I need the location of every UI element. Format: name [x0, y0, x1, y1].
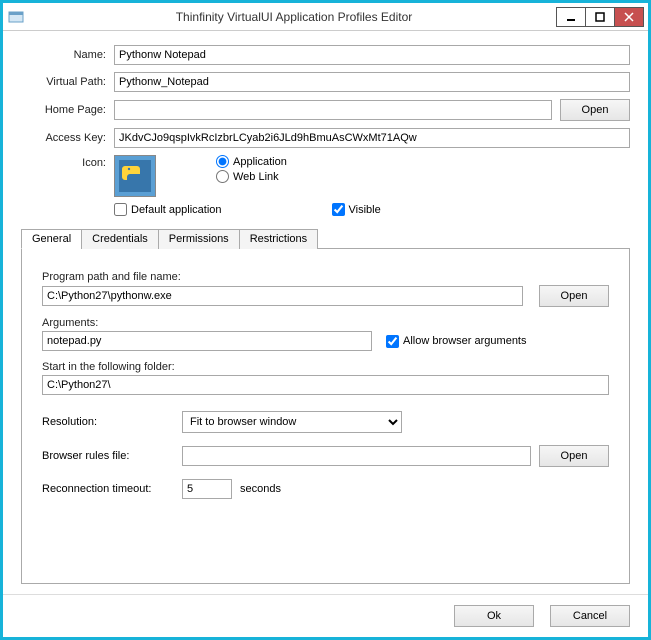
access-key-label: Access Key: [21, 132, 106, 144]
start-in-input[interactable] [42, 375, 609, 395]
tab-general[interactable]: General [21, 229, 82, 249]
virtual-path-label: Virtual Path: [21, 76, 106, 88]
name-input[interactable] [114, 45, 630, 65]
icon-label: Icon: [21, 155, 106, 169]
allow-browser-args-checkbox[interactable]: Allow browser arguments [386, 335, 527, 348]
allow-browser-args-input[interactable] [386, 335, 399, 348]
cancel-button[interactable]: Cancel [550, 605, 630, 627]
default-application-input[interactable] [114, 203, 127, 216]
home-page-open-button[interactable]: Open [560, 99, 630, 121]
visible-label: Visible [349, 204, 381, 216]
access-key-input[interactable] [114, 128, 630, 148]
maximize-button[interactable] [585, 7, 615, 27]
window-buttons [557, 7, 644, 27]
visible-checkbox[interactable]: Visible [332, 203, 381, 216]
tab-panel-general: Program path and file name: Open Argumen… [21, 249, 630, 584]
browser-rules-label: Browser rules file: [42, 450, 182, 462]
window-title: Thinfinity VirtualUI Application Profile… [31, 10, 557, 24]
default-application-label: Default application [131, 204, 222, 216]
allow-browser-args-label: Allow browser arguments [403, 335, 527, 347]
tab-permissions[interactable]: Permissions [158, 229, 240, 249]
content-area: Name: Virtual Path: Home Page: Open Acce… [3, 31, 648, 594]
radio-application-label: Application [233, 156, 287, 168]
resolution-select[interactable]: Fit to browser window [182, 411, 402, 433]
radio-application[interactable]: Application [216, 155, 287, 168]
home-page-label: Home Page: [21, 104, 106, 116]
minimize-button[interactable] [556, 7, 586, 27]
visible-input[interactable] [332, 203, 345, 216]
browser-rules-open-button[interactable]: Open [539, 445, 609, 467]
program-path-open-button[interactable]: Open [539, 285, 609, 307]
app-icon [7, 8, 25, 26]
tab-strip: General Credentials Permissions Restrict… [21, 228, 630, 249]
python-icon [119, 160, 151, 192]
close-button[interactable] [614, 7, 644, 27]
reconnection-timeout-input[interactable] [182, 479, 232, 499]
window-frame: Thinfinity VirtualUI Application Profile… [0, 0, 651, 640]
icon-preview[interactable] [114, 155, 156, 197]
start-in-label: Start in the following folder: [42, 361, 609, 373]
radio-application-input[interactable] [216, 155, 229, 168]
name-label: Name: [21, 49, 106, 61]
tab-credentials[interactable]: Credentials [81, 229, 159, 249]
default-application-checkbox[interactable]: Default application [114, 203, 222, 216]
resolution-label: Resolution: [42, 416, 182, 428]
arguments-input[interactable] [42, 331, 372, 351]
reconnection-timeout-label: Reconnection timeout: [42, 483, 182, 495]
program-path-input[interactable] [42, 286, 523, 306]
titlebar: Thinfinity VirtualUI Application Profile… [3, 3, 648, 31]
ok-button[interactable]: Ok [454, 605, 534, 627]
radio-weblink-label: Web Link [233, 171, 279, 183]
browser-rules-input[interactable] [182, 446, 531, 466]
radio-weblink[interactable]: Web Link [216, 170, 287, 183]
program-path-label: Program path and file name: [42, 271, 609, 283]
seconds-label: seconds [240, 483, 281, 495]
tab-restrictions[interactable]: Restrictions [239, 229, 318, 249]
arguments-label: Arguments: [42, 317, 609, 329]
home-page-input[interactable] [114, 100, 552, 120]
button-bar: Ok Cancel [3, 594, 648, 637]
virtual-path-input[interactable] [114, 72, 630, 92]
radio-weblink-input[interactable] [216, 170, 229, 183]
